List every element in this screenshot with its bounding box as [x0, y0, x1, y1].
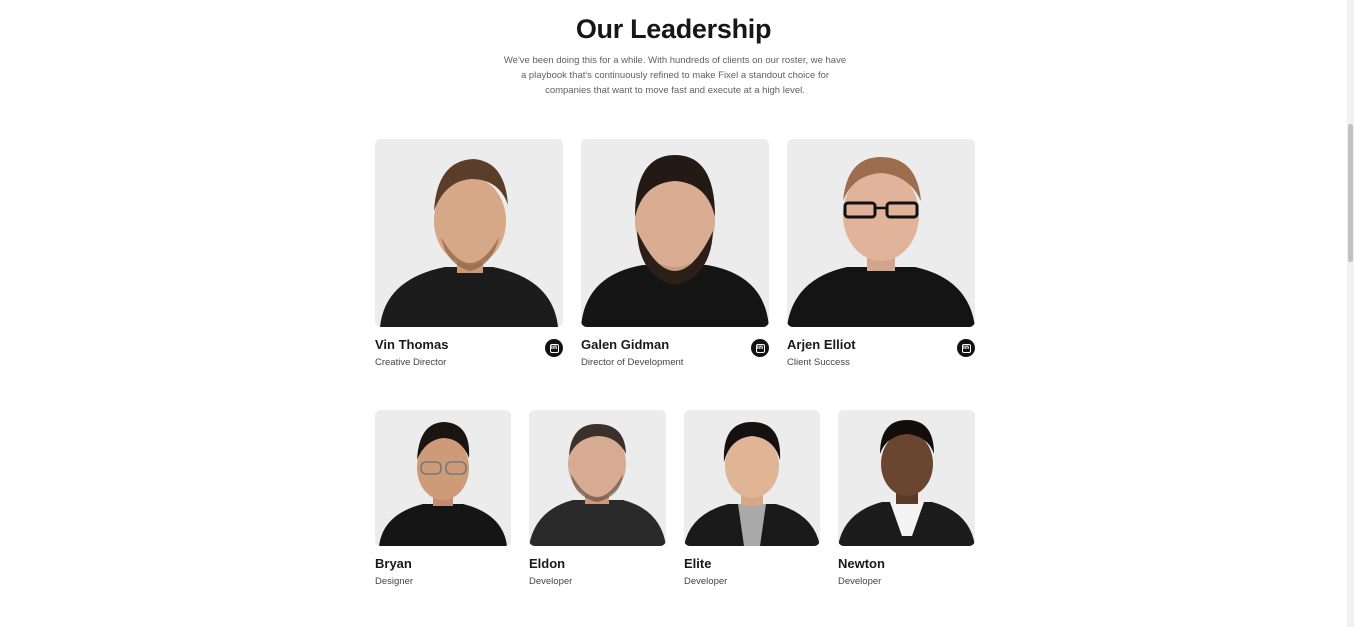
portrait-image	[838, 410, 975, 546]
team-card: Eldon Developer	[529, 410, 666, 595]
section-subtitle: We've been doing this for a while. With …	[503, 55, 847, 96]
portrait-image	[581, 139, 769, 327]
team-card: Elite Developer	[684, 410, 820, 595]
team-member-role: Developer	[529, 576, 573, 587]
leader-name: Arjen Elliot	[787, 337, 856, 352]
portrait-image	[375, 139, 563, 327]
team-photo	[838, 410, 975, 546]
linkedin-icon[interactable]: in	[957, 339, 975, 357]
leader-photo	[375, 139, 563, 327]
team-photo	[529, 410, 666, 546]
leader-role: Client Success	[787, 357, 850, 368]
team-member-name: Bryan	[375, 556, 412, 571]
linkedin-icon[interactable]: in	[545, 339, 563, 357]
leadership-section: Our Leadership We've been doing this for…	[0, 0, 1347, 627]
team-card: Newton Developer	[838, 410, 975, 595]
section-title: Our Leadership	[575, 14, 772, 44]
scrollbar-thumb[interactable]	[1348, 124, 1353, 262]
team-member-name: Elite	[684, 556, 712, 571]
team-card: Bryan Designer	[375, 410, 511, 595]
portrait-image	[684, 410, 820, 546]
leader-photo	[581, 139, 769, 327]
linkedin-icon[interactable]: in	[751, 339, 769, 357]
team-member-name: Eldon	[529, 556, 566, 571]
portrait-image	[375, 410, 511, 546]
leader-photo	[787, 139, 975, 327]
portrait-image	[787, 139, 975, 327]
leader-role: Director of Development	[581, 357, 684, 368]
vertical-scrollbar[interactable]	[1347, 0, 1354, 627]
leader-name: Galen Gidman	[581, 337, 670, 352]
team-member-name: Newton	[838, 556, 885, 571]
team-photo	[375, 410, 511, 546]
leader-card: Arjen Elliot Client Success in	[787, 139, 975, 374]
team-photo	[684, 410, 820, 546]
leader-role: Creative Director	[375, 357, 447, 368]
team-member-role: Designer	[375, 576, 414, 587]
team-member-role: Developer	[684, 576, 728, 587]
portrait-image	[529, 410, 666, 546]
leader-name: Vin Thomas	[375, 337, 449, 352]
leader-card: Galen Gidman Director of Development in	[581, 139, 769, 374]
team-member-role: Developer	[838, 576, 882, 587]
leader-card: Vin Thomas Creative Director in	[375, 139, 563, 374]
